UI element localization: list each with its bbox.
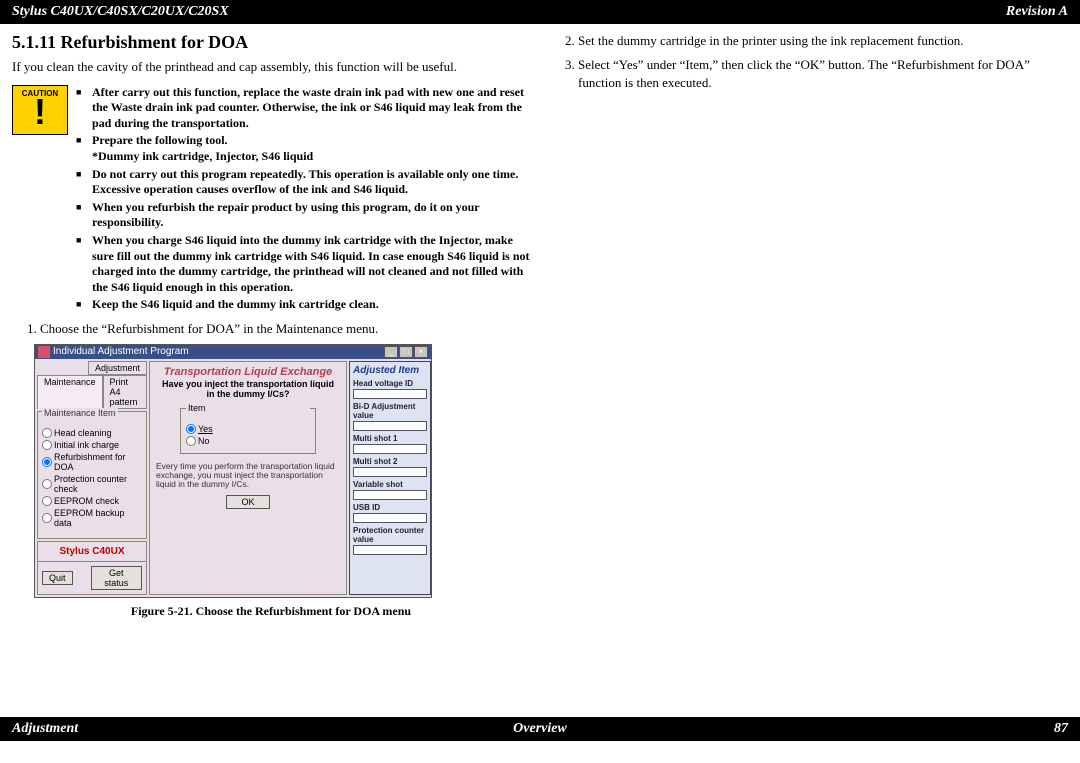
- step-item: Set the dummy cartridge in the printer u…: [578, 32, 1068, 50]
- get-status-button[interactable]: Get status: [91, 566, 142, 590]
- radio-refurbishment-doa[interactable]: Refurbishment for DOA: [42, 452, 142, 472]
- intro-text: If you clean the cavity of the printhead…: [12, 59, 530, 75]
- radio-head-cleaning[interactable]: Head cleaning: [42, 428, 142, 438]
- header-right: Revision A: [1006, 4, 1068, 20]
- caution-item: Do not carry out this program repeatedly…: [76, 167, 530, 198]
- window-titlebar: Individual Adjustment Program _ □ ×: [35, 345, 431, 359]
- adj-field: [353, 545, 427, 555]
- model-label: Stylus C40UX: [59, 546, 124, 557]
- tab-maintenance[interactable]: Maintenance: [37, 375, 103, 409]
- adj-field: [353, 467, 427, 477]
- radio-eeprom-check[interactable]: EEPROM check: [42, 496, 142, 506]
- caution-item: Prepare the following tool. *Dummy ink c…: [76, 133, 530, 164]
- close-icon[interactable]: ×: [414, 346, 428, 358]
- adj-label: Head voltage ID: [353, 379, 427, 388]
- document-footer: Adjustment Overview 87: [0, 717, 1080, 741]
- document-header: Stylus C40UX/C40SX/C20UX/C20SX Revision …: [0, 0, 1080, 24]
- adj-label: USB ID: [353, 503, 427, 512]
- caution-item: After carry out this function, replace t…: [76, 85, 530, 132]
- caution-badge: CAUTION !: [12, 85, 68, 135]
- header-left: Stylus C40UX/C40SX/C20UX/C20SX: [12, 4, 229, 20]
- footer-left: Adjustment: [12, 721, 78, 737]
- radio-yes[interactable]: Yes: [186, 424, 310, 434]
- figure-caption: Figure 5-21. Choose the Refurbishment fo…: [12, 604, 530, 619]
- caution-item: Keep the S46 liquid and the dummy ink ca…: [76, 297, 530, 313]
- adj-label: Multi shot 2: [353, 457, 427, 466]
- adj-label: Variable shot: [353, 480, 427, 489]
- adj-label: Bi-D Adjustment value: [353, 402, 427, 420]
- main-panel-title: Transportation Liquid Exchange: [150, 362, 346, 380]
- adj-field: [353, 389, 427, 399]
- radio-protection-counter[interactable]: Protection counter check: [42, 474, 142, 494]
- operation-note: Every time you perform the transportatio…: [150, 458, 346, 492]
- app-icon: [38, 346, 50, 358]
- main-question: Have you inject the transportation liqui…: [150, 380, 346, 404]
- step-item: Choose the “Refurbishment for DOA” in th…: [40, 321, 530, 338]
- steps-right: Set the dummy cartridge in the printer u…: [550, 32, 1068, 93]
- item-group-label: Item: [186, 403, 310, 413]
- step-item: Select “Yes” under “Item,” then click th…: [578, 56, 1068, 92]
- page-content: 5.1.11 Refurbishment for DOA If you clea…: [0, 24, 1080, 619]
- exclamation-icon: !: [13, 98, 67, 128]
- adj-field: [353, 421, 427, 431]
- window-title: Individual Adjustment Program: [53, 346, 189, 357]
- adj-field: [353, 513, 427, 523]
- quit-button[interactable]: Quit: [42, 571, 73, 585]
- footer-right: 87: [1054, 721, 1068, 737]
- maintenance-group-label: Maintenance Item: [42, 408, 118, 418]
- caution-item: When you charge S46 liquid into the dumm…: [76, 233, 530, 295]
- footer-center: Overview: [513, 721, 567, 737]
- caution-block: CAUTION ! After carry out this function,…: [12, 85, 530, 315]
- radio-eeprom-backup[interactable]: EEPROM backup data: [42, 508, 142, 528]
- ok-button[interactable]: OK: [226, 495, 269, 509]
- maximize-icon[interactable]: □: [399, 346, 413, 358]
- section-title: 5.1.11 Refurbishment for DOA: [12, 32, 530, 53]
- steps-left: Choose the “Refurbishment for DOA” in th…: [12, 321, 530, 338]
- radio-no[interactable]: No: [186, 436, 310, 446]
- minimize-icon[interactable]: _: [384, 346, 398, 358]
- adj-field: [353, 444, 427, 454]
- radio-initial-ink-charge[interactable]: Initial ink charge: [42, 440, 142, 450]
- adjusted-item-title: Adjusted Item: [353, 365, 427, 376]
- caution-item: When you refurbish the repair product by…: [76, 200, 530, 231]
- adj-label: Multi shot 1: [353, 434, 427, 443]
- adj-label: Protection counter value: [353, 526, 427, 544]
- caution-list: After carry out this function, replace t…: [76, 85, 530, 315]
- tab-adjustment[interactable]: Adjustment: [88, 361, 147, 375]
- adj-field: [353, 490, 427, 500]
- tab-print-a4[interactable]: Print A4 pattern: [103, 375, 147, 409]
- embedded-screenshot: Individual Adjustment Program _ □ × Adju…: [34, 344, 432, 598]
